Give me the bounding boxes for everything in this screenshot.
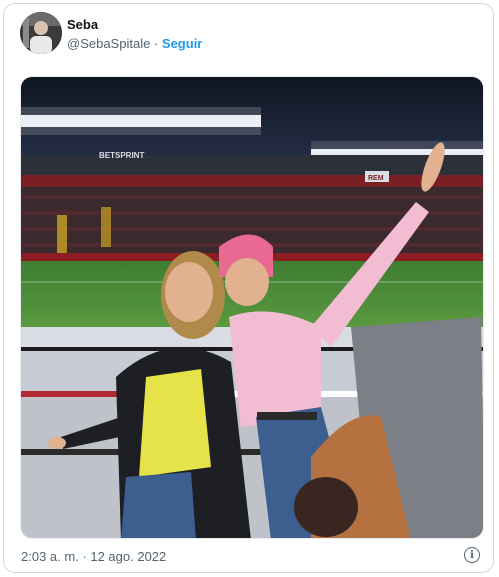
author-meta: @SebaSpitale · Seguir (67, 36, 202, 51)
tweet-timestamp[interactable]: 2:03 a. m. · 12 ago. 2022 (21, 549, 166, 564)
stadium-photo-illustration: BETSPRINT REM (21, 77, 483, 538)
author-avatar[interactable] (20, 12, 62, 54)
avatar-image (20, 12, 62, 54)
author-handle[interactable]: @SebaSpitale (67, 36, 150, 51)
tweet-photo[interactable]: BETSPRINT REM (20, 76, 484, 539)
separator-dot: · (153, 36, 159, 51)
follow-button[interactable]: Seguir (162, 36, 202, 51)
stadium-sign-left: BETSPRINT (99, 151, 144, 160)
author-name[interactable]: Seba (67, 17, 98, 32)
stadium-sign-right: REM (368, 175, 384, 182)
info-icon[interactable]: i (464, 547, 480, 563)
tweet-card: Seba @SebaSpitale · Seguir BETSPRINT REM… (3, 3, 494, 573)
